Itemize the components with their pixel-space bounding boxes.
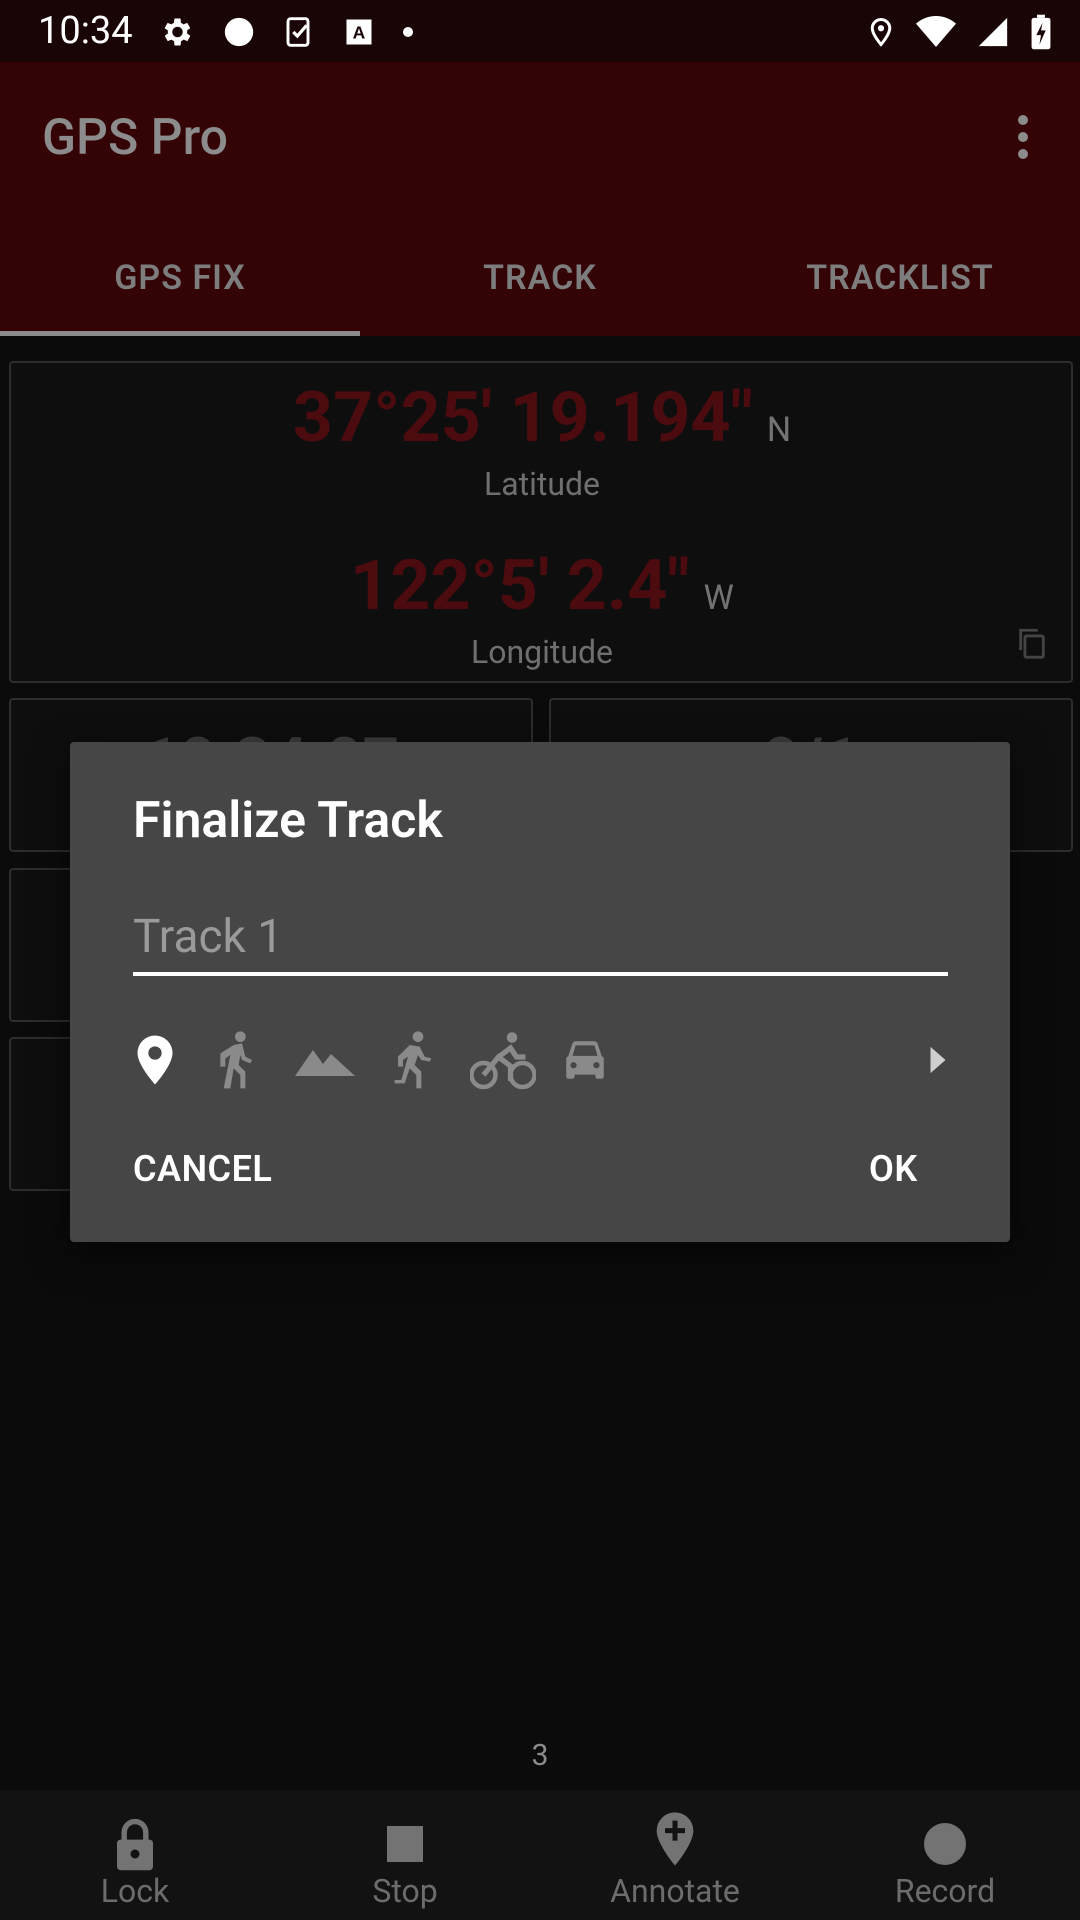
tab-gps-fix[interactable]: GPS FIX <box>0 220 360 336</box>
system-icons <box>866 12 1052 52</box>
tab-bar: GPS FIX TRACK TRACKLIST <box>0 220 1080 336</box>
finalize-track-dialog: Finalize Track CANCEL OK <box>70 742 1010 1242</box>
nav-annotate-label: Annotate <box>610 1872 740 1910</box>
dialog-title: Finalize Track <box>133 792 443 850</box>
lock-icon <box>117 1818 153 1871</box>
app-title: GPS Pro <box>42 109 228 167</box>
tab-tracklist[interactable]: TRACKLIST <box>720 220 1080 336</box>
cancel-button[interactable]: CANCEL <box>133 1148 272 1190</box>
ok-button[interactable]: OK <box>869 1148 918 1190</box>
nav-stop-label: Stop <box>372 1872 438 1910</box>
stop-icon <box>387 1826 423 1862</box>
page-indicator: 3 <box>531 1738 549 1773</box>
location-pin-icon[interactable] <box>130 1025 180 1095</box>
walk-icon[interactable] <box>212 1025 262 1095</box>
longitude-value: 122°5' 2.4" <box>350 545 690 627</box>
settings-icon <box>164 18 191 46</box>
battery-charging-icon <box>1031 14 1051 50</box>
coordinates-card: 37°25' 19.194" N Latitude 122°5' 2.4" W Lo… <box>9 361 1073 683</box>
longitude-label: Longitude <box>470 633 614 671</box>
track-name-input[interactable] <box>133 902 948 976</box>
a-box-icon: A <box>346 19 372 45</box>
status-time: 10:34 <box>38 9 133 53</box>
bike-icon[interactable] <box>468 1025 538 1095</box>
nav-record-label: Record <box>894 1872 996 1910</box>
dot-icon <box>403 27 413 37</box>
run-icon[interactable] <box>388 1025 438 1095</box>
circle-icon <box>224 17 254 47</box>
wifi-icon <box>916 16 956 47</box>
notification-icons: A <box>158 12 414 52</box>
record-icon <box>924 1823 966 1865</box>
longitude-direction: W <box>703 578 734 618</box>
location-icon <box>870 17 892 47</box>
car-icon[interactable] <box>550 1025 620 1095</box>
signal-icon <box>978 17 1008 47</box>
nav-lock-label: Lock <box>100 1872 170 1910</box>
latitude-row: 37°25' 19.194" N <box>11 377 1073 459</box>
nav-record[interactable]: Record <box>810 1790 1080 1920</box>
nav-annotate[interactable]: Annotate <box>540 1790 810 1920</box>
overflow-menu-icon[interactable] <box>1008 110 1038 170</box>
mountain-icon[interactable] <box>290 1025 360 1095</box>
nav-stop[interactable]: Stop <box>270 1790 540 1920</box>
add-location-icon <box>656 1812 694 1866</box>
latitude-value: 37°25' 19.194" <box>292 377 753 459</box>
checklist-icon <box>286 17 310 47</box>
arrow-right-icon[interactable] <box>918 1025 958 1095</box>
longitude-row: 122°5' 2.4" W <box>11 545 1073 627</box>
tab-track[interactable]: TRACK <box>360 220 720 336</box>
bottom-nav: Lock Stop Annotate Record <box>0 1790 1080 1920</box>
latitude-direction: N <box>766 410 792 450</box>
status-bar: 10:34 A <box>0 0 1080 62</box>
latitude-label: Latitude <box>483 465 600 503</box>
activity-icons-row <box>130 1025 970 1095</box>
nav-lock[interactable]: Lock <box>0 1790 270 1920</box>
svg-text:A: A <box>353 22 366 42</box>
copy-icon[interactable] <box>1015 625 1049 661</box>
